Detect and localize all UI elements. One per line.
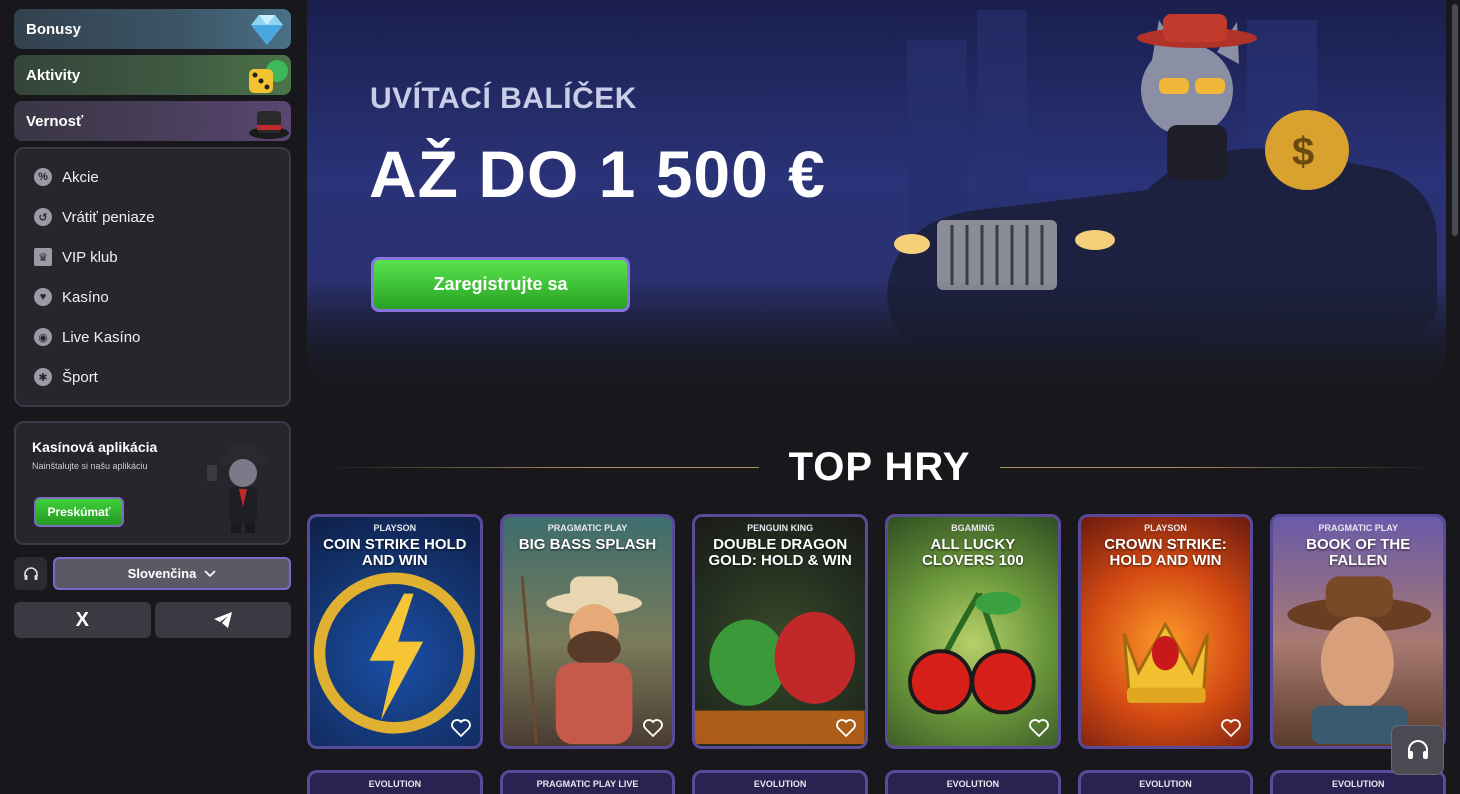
game-card[interactable]: PLAYSON CROWN STRIKE: HOLD AND WIN	[1077, 514, 1254, 749]
game-card[interactable]: PLAYSON COIN STRIKE HOLD AND WIN	[307, 514, 483, 749]
vernost-button[interactable]: Vernosť	[14, 101, 291, 141]
section-title: TOP HRY	[788, 444, 971, 489]
menu-item-label: VIP klub	[62, 248, 118, 266]
game-title: BOOK OF THE FALLEN	[1306, 536, 1411, 569]
headset-icon	[1407, 740, 1428, 759]
game-card-partial[interactable]: EVOLUTION	[885, 770, 1061, 794]
game-card-partial[interactable]: EVOLUTION	[692, 770, 869, 794]
crown-icon: ♛	[34, 248, 52, 266]
game-provider: PRAGMATIC PLAY	[547, 523, 628, 533]
vernost-label: Vernosť	[26, 112, 84, 130]
menu-item-label: Kasíno	[62, 288, 109, 306]
welcome-banner[interactable]: $ UVÍTACÍ BALÍČEK AŽ DO 1 500 € Zaregist…	[307, 0, 1446, 400]
game-title: DOUBLE DRAGON GOLD: HOLD & WIN	[708, 536, 852, 569]
support-button[interactable]	[14, 557, 47, 590]
divider-line	[1000, 466, 1437, 468]
game-provider: PLAYSON	[1144, 523, 1187, 533]
live-casino-icon: ◉	[34, 328, 52, 346]
cashback-icon: ↺	[34, 208, 52, 226]
heart-icon[interactable]	[835, 718, 857, 738]
game-card[interactable]: PRAGMATIC PLAY BIG BASS SPLASH	[499, 514, 676, 749]
game-card-partial[interactable]: PRAGMATIC PLAY LIVE	[499, 770, 676, 794]
game-card[interactable]: PENGUIN KING DOUBLE DRAGON GOLD: HOLD & …	[692, 514, 869, 749]
casino-icon: ♥	[34, 288, 52, 306]
heart-icon[interactable]	[1028, 718, 1050, 738]
explore-app-button[interactable]: Preskúmať	[34, 497, 124, 527]
game-provider: PRAGMATIC PLAY	[1318, 523, 1398, 533]
top-games-row: PLAYSON COIN STRIKE HOLD AND WIN PRAGMAT…	[307, 514, 1447, 749]
telegram-social-button[interactable]	[154, 602, 291, 638]
game-card[interactable]: BGAMING ALL LUCKY CLOVERS 100	[885, 514, 1061, 749]
chevron-down-icon	[204, 569, 216, 577]
aktivity-label: Aktivity	[26, 66, 81, 84]
social-row: X	[14, 602, 291, 638]
register-button[interactable]: Zaregistrujte sa	[371, 257, 630, 312]
game-card-partial[interactable]: EVOLUTION	[307, 770, 483, 794]
game-provider: PENGUIN KING	[747, 523, 814, 533]
main-menu: % Akcie ↺ Vrátiť peniaze ♛ VIP klub ♥ Ka…	[14, 147, 291, 407]
hero-subtitle: UVÍTACÍ BALÍČEK	[370, 82, 637, 115]
game-card-partial[interactable]: EVOLUTION	[1077, 770, 1254, 794]
heart-icon[interactable]	[450, 718, 472, 738]
live-support-button[interactable]	[1391, 725, 1444, 775]
language-label: Slovenčina	[127, 566, 197, 581]
game-card[interactable]: PRAGMATIC PLAY BOOK OF THE FALLEN	[1270, 514, 1447, 749]
heart-icon[interactable]	[1220, 718, 1242, 738]
x-social-button[interactable]: X	[14, 602, 151, 638]
divider-line	[322, 466, 759, 468]
mascot-cat-image	[207, 445, 269, 533]
top-games-header: TOP HRY	[322, 440, 1437, 494]
sport-icon: ✱	[34, 368, 52, 386]
game-provider: PLAYSON	[373, 523, 417, 533]
language-row: Slovenčina	[14, 557, 291, 590]
game-title: BIG BASS SPLASH	[518, 536, 657, 553]
telegram-icon	[213, 612, 232, 628]
menu-item-live-kasino[interactable]: ◉ Live Kasíno	[16, 317, 289, 357]
headset-icon	[23, 566, 38, 580]
diamond-icon	[251, 15, 283, 45]
menu-item-akcie[interactable]: % Akcie	[16, 157, 289, 197]
game-provider: BGAMING	[951, 523, 995, 533]
svg-text:$: $	[1292, 130, 1314, 174]
bonusy-label: Bonusy	[26, 20, 82, 38]
heart-icon[interactable]	[642, 718, 664, 738]
hero-title: AŽ DO 1 500 €	[369, 137, 826, 211]
x-icon: X	[75, 608, 89, 631]
menu-item-vratit-peniaze[interactable]: ↺ Vrátiť peniaze	[16, 197, 289, 237]
menu-item-sport[interactable]: ✱ Šport	[16, 357, 289, 397]
game-title: COIN STRIKE HOLD AND WIN	[323, 536, 467, 569]
game-title: ALL LUCKY CLOVERS 100	[921, 536, 1024, 569]
dice-icon	[249, 60, 288, 93]
menu-item-label: Vrátiť peniaze	[62, 208, 155, 226]
menu-item-kasino[interactable]: ♥ Kasíno	[16, 277, 289, 317]
aktivity-button[interactable]: Aktivity	[14, 55, 291, 95]
sidebar: Bonusy Aktivity Vernosť % Akcie ↺ Vrátiť…	[14, 9, 291, 638]
language-select[interactable]: Slovenčina	[53, 557, 291, 590]
bonusy-button[interactable]: Bonusy	[14, 9, 291, 49]
promo-icon: %	[34, 168, 52, 186]
menu-item-vip-klub[interactable]: ♛ VIP klub	[16, 237, 289, 277]
game-title: CROWN STRIKE: HOLD AND WIN	[1104, 536, 1227, 569]
menu-item-label: Šport	[62, 368, 98, 386]
menu-item-label: Live Kasíno	[62, 328, 141, 346]
menu-item-label: Akcie	[62, 168, 99, 186]
app-card: Kasínová aplikácia Nainštalujte si našu …	[14, 421, 291, 545]
scrollbar[interactable]	[1452, 4, 1458, 236]
hat-icon	[249, 111, 289, 139]
live-games-row: EVOLUTION PRAGMATIC PLAY LIVE EVOLUTION …	[307, 770, 1447, 794]
